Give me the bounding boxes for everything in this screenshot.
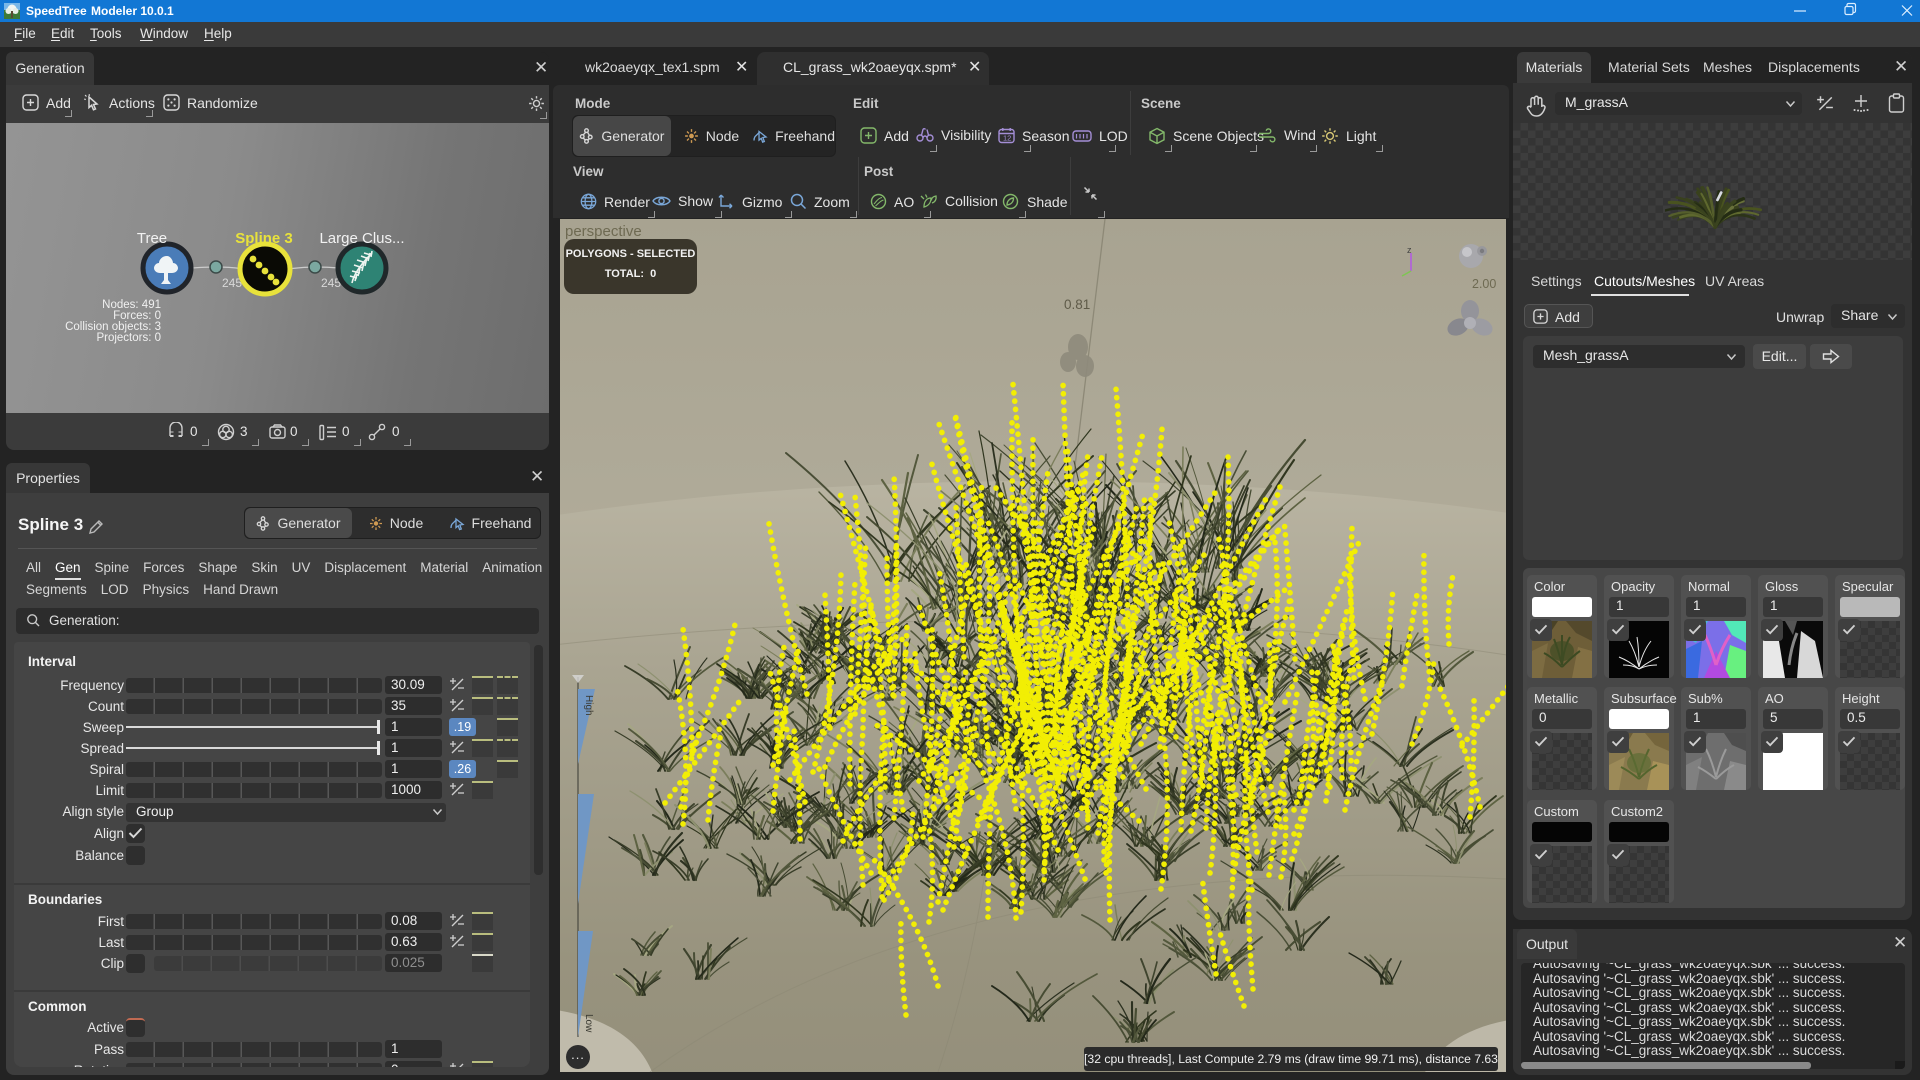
svg-text:Tree: Tree [137, 230, 167, 247]
svg-text:Projectors: 0: Projectors: 0 [96, 332, 161, 344]
svg-text:0.81: 0.81 [1064, 297, 1090, 312]
svg-text:Spline 3: Spline 3 [235, 230, 293, 247]
svg-text:Low: Low [583, 1014, 594, 1033]
svg-text:z: z [1407, 245, 1412, 255]
svg-text:12: 12 [1003, 134, 1011, 143]
svg-text:High: High [583, 695, 594, 716]
svg-text:Large Clus...: Large Clus... [319, 230, 404, 247]
